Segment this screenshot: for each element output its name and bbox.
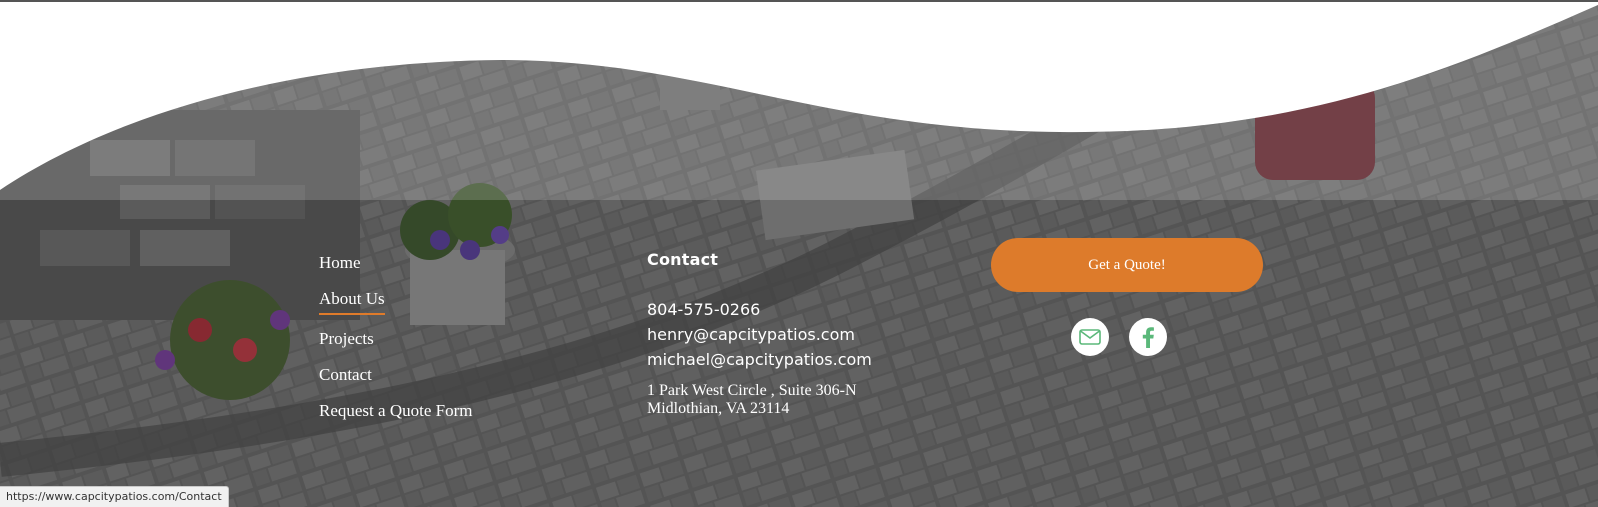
email-social-button[interactable] [1071, 318, 1109, 356]
address-line-2: Midlothian, VA 23114 [647, 400, 790, 417]
phone-link[interactable]: 804-575-0266 [647, 297, 872, 322]
footer-section: Home About Us Projects Contact Request a… [0, 0, 1598, 507]
address-line-1: 1 Park West Circle , Suite 306-N [647, 382, 857, 399]
white-wave-divider [0, 0, 1598, 200]
get-a-quote-button[interactable]: Get a Quote! [991, 238, 1263, 292]
envelope-icon [1079, 329, 1101, 345]
contact-block: Contact 804-575-0266 henry@capcitypatios… [647, 250, 872, 418]
contact-heading: Contact [647, 250, 719, 269]
footer-nav: Home About Us Projects Contact Request a… [319, 253, 472, 437]
nav-link-projects[interactable]: Projects [319, 329, 374, 349]
email-link-michael[interactable]: michael@capcitypatios.com [647, 347, 872, 372]
browser-status-url: https://www.capcitypatios.com/Contact [0, 486, 229, 507]
email-link-henry[interactable]: henry@capcitypatios.com [647, 322, 872, 347]
address: 1 Park West Circle , Suite 306-N Midloth… [647, 382, 872, 418]
nav-link-contact[interactable]: Contact [319, 365, 372, 385]
facebook-social-button[interactable] [1129, 318, 1167, 356]
facebook-icon [1142, 327, 1154, 348]
nav-link-request-quote-form[interactable]: Request a Quote Form [319, 401, 472, 421]
nav-link-home[interactable]: Home [319, 253, 361, 273]
nav-link-about-us[interactable]: About Us [319, 289, 385, 315]
